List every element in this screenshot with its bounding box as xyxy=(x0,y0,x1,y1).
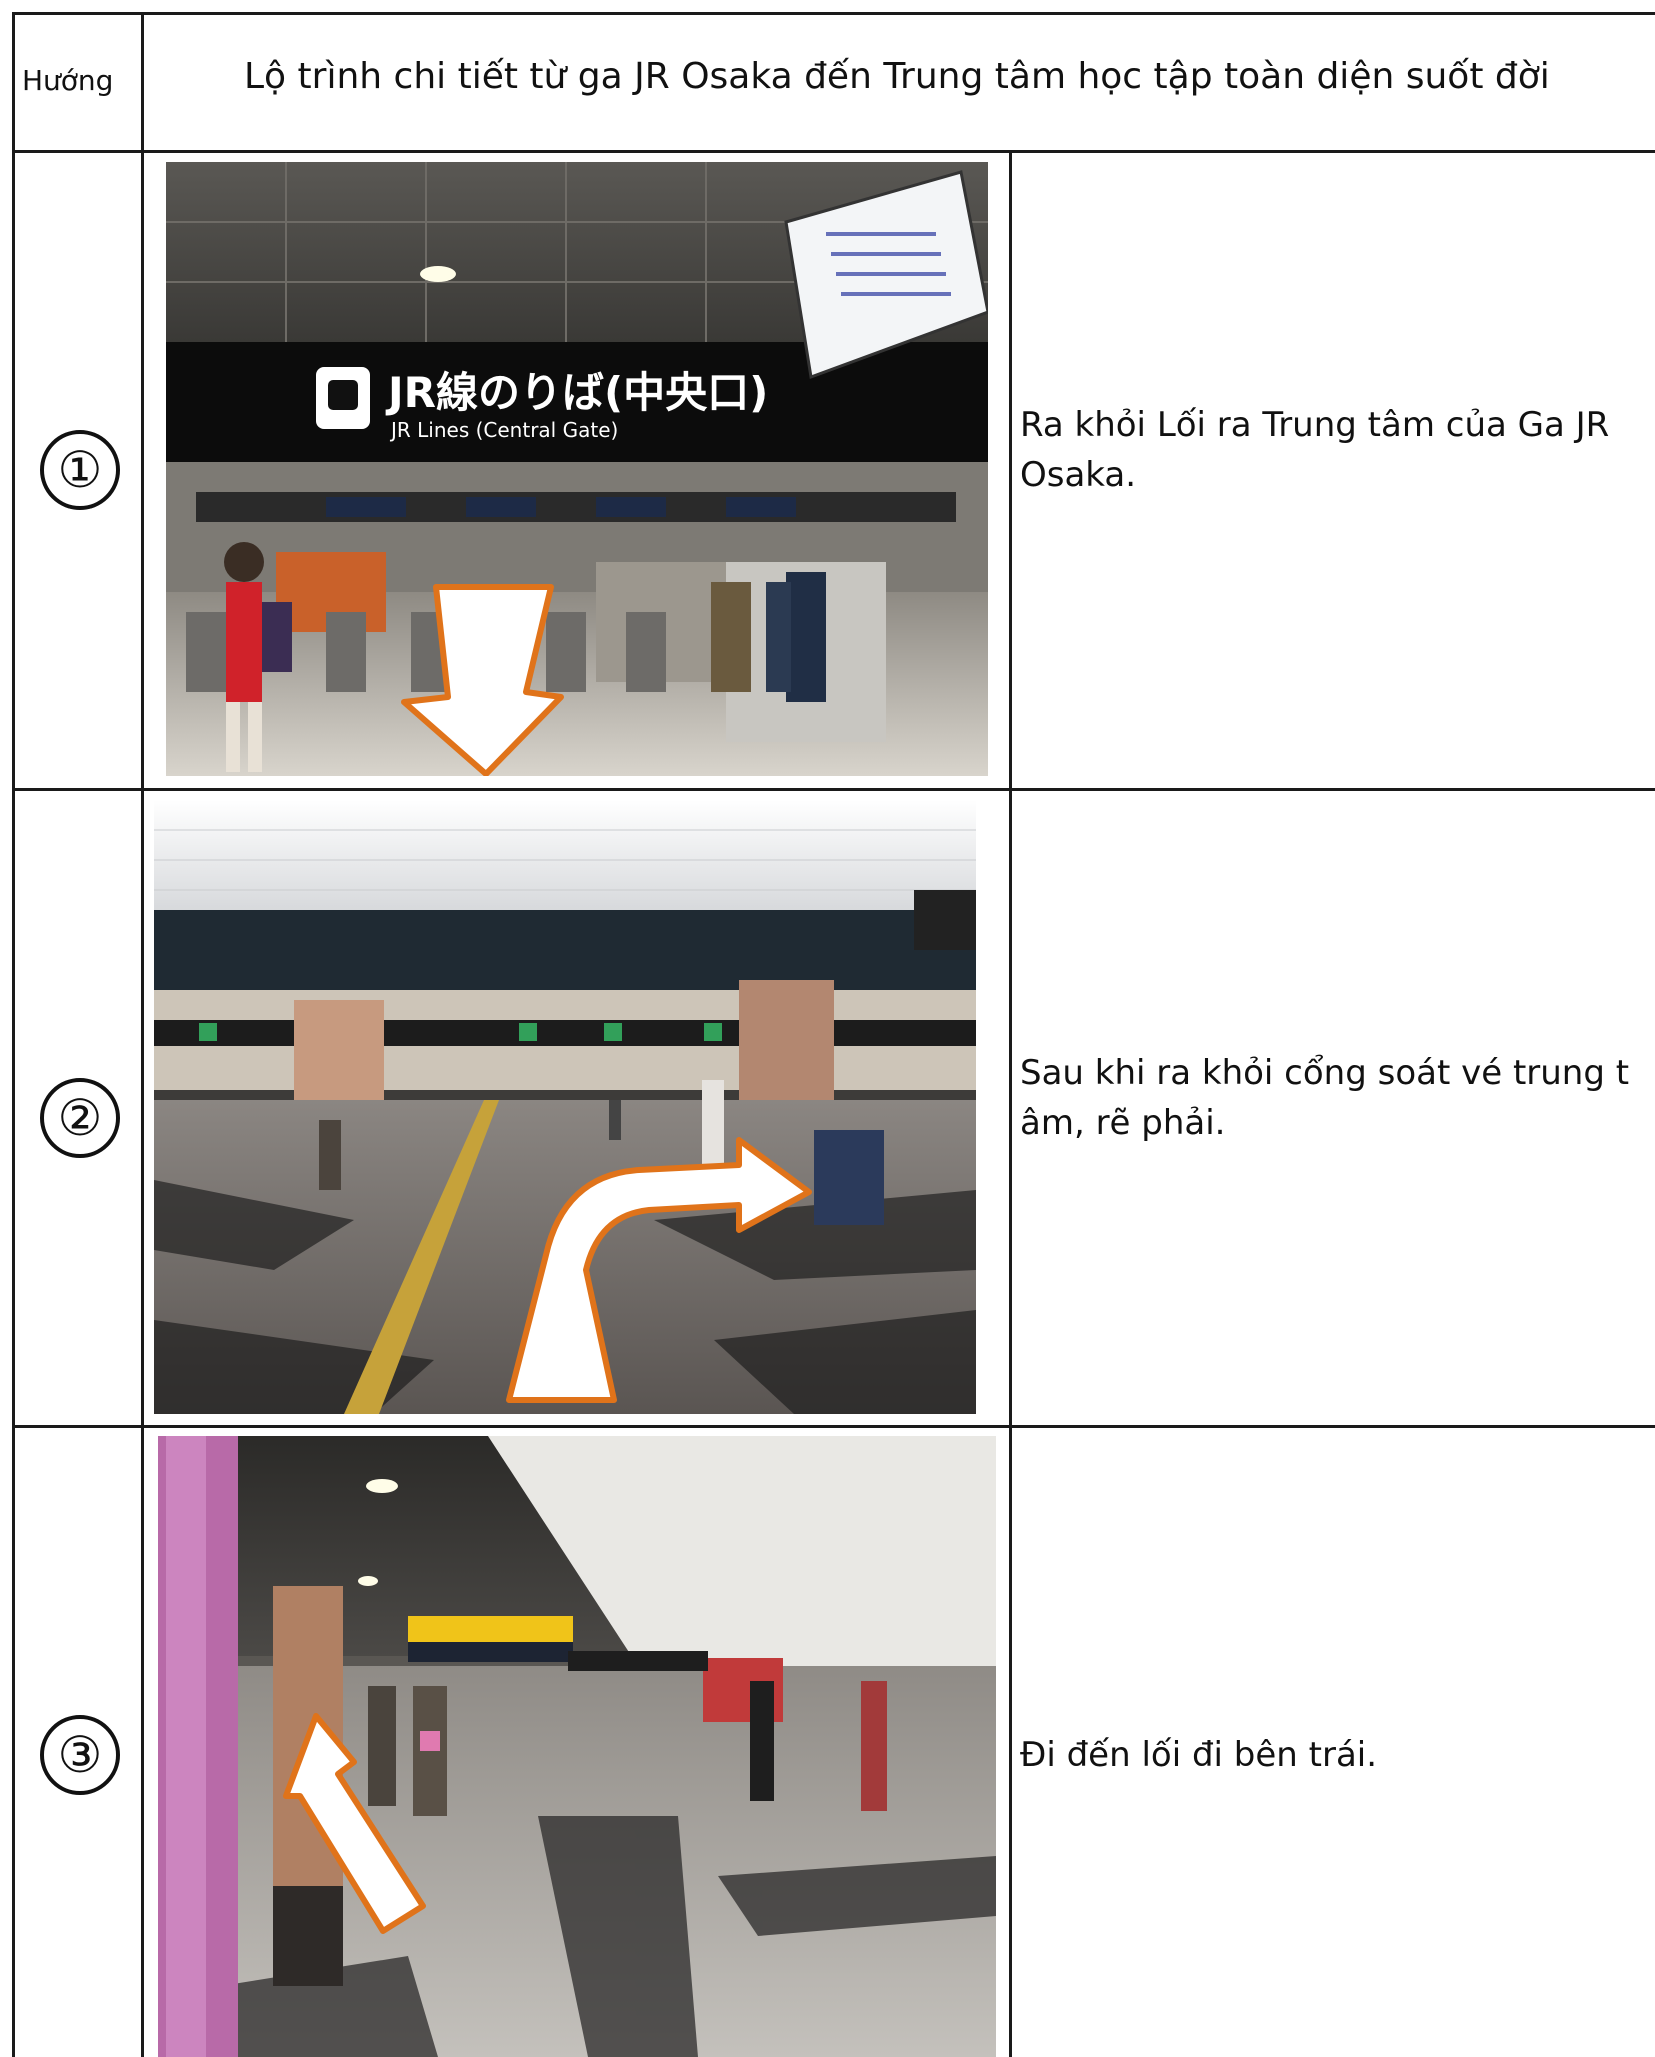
step-number-2: ② xyxy=(40,1078,120,1158)
step-2-text: Sau khi ra khỏi cổng soát vé trung t âm,… xyxy=(1020,1053,1630,1143)
step-number-1: ① xyxy=(40,430,120,510)
step-1-text: Ra khỏi Lối ra Trung tâm của Ga JR Osaka… xyxy=(1020,405,1610,495)
route-table: Hướng Lộ trình chi tiết từ ga JR Osaka đ… xyxy=(0,0,1655,2057)
sign-main-text: JR線のりば(中央口) xyxy=(385,368,768,417)
header-divider xyxy=(12,150,1655,153)
sign-sub-text: JR Lines (Central Gate) xyxy=(389,418,618,442)
step-2-photo xyxy=(154,800,976,1414)
step-1-photo: JR線のりば(中央口) JR Lines (Central Gate) xyxy=(166,162,988,776)
step-number-3: ③ xyxy=(40,1715,120,1795)
column-divider-2 xyxy=(1009,150,1012,2057)
step-3-text: Đi đến lối đi bên trái. xyxy=(1020,1735,1378,1775)
page-title: Lộ trình chi tiết từ ga JR Osaka đến Tru… xyxy=(244,56,1550,97)
column-divider-1 xyxy=(141,12,144,2057)
step-3-photo xyxy=(158,1436,996,2057)
table-border-top xyxy=(12,12,1655,15)
table-border-left xyxy=(12,12,15,2057)
row-divider-1 xyxy=(12,788,1655,791)
direction-header: Hướng xyxy=(22,64,114,97)
row-divider-2 xyxy=(12,1425,1655,1428)
